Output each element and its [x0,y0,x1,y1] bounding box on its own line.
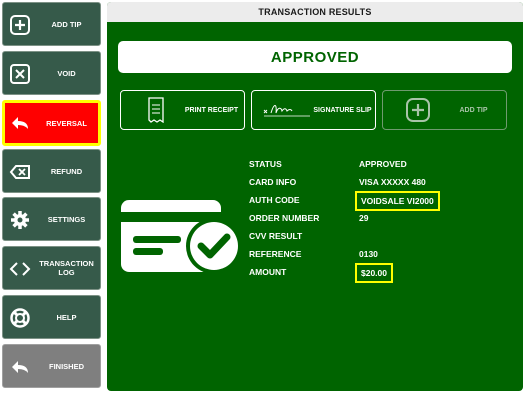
receipt-icon [131,91,181,129]
plus-icon [8,13,32,37]
void-label: VOID [57,68,76,78]
reversal-button[interactable]: REVERSAL [2,100,101,146]
status-banner: APPROVED [118,41,512,73]
auth-code-label: AUTH CODE [249,195,300,205]
finished-button[interactable]: FINISHED [2,344,101,388]
cvv-result-label: CVV RESULT [249,231,303,241]
gear-icon [8,208,32,232]
order-number-label: ORDER NUMBER [249,213,320,223]
auth-code-value: VOIDSALE VI2000 [355,191,440,211]
reference-label: REFERENCE [249,249,302,259]
order-number-row: ORDER NUMBER 29 [249,210,509,226]
add-tip-label: ADD TIP [51,19,82,29]
signature-slip-button[interactable]: SIGNATURE SLIP [251,90,376,130]
cvv-result-row: CVV RESULT [249,228,509,244]
code-brackets-icon [8,257,32,281]
status-row: STATUS APPROVED [249,156,509,172]
status-value: APPROVED [359,159,407,169]
refund-label: REFUND [50,166,83,176]
reference-row: REFERENCE 0130 [249,246,509,262]
print-receipt-label: PRINT RECEIPT [184,106,239,114]
add-tip-action-label: ADD TIP [459,106,488,114]
help-label: HELP [56,312,77,322]
auth-code-row: AUTH CODE VOIDSALE VI2000 [249,191,509,211]
settings-label: SETTINGS [47,214,86,224]
amount-value: $20.00 [355,263,393,283]
reference-value: 0130 [359,249,378,259]
signature-slip-label: SIGNATURE SLIP [313,106,372,114]
void-button[interactable]: VOID [2,51,101,95]
order-number-value: 29 [359,213,369,223]
card-info-value: VISA XXXXX 480 [359,177,426,187]
amount-row: AMOUNT $20.00 [249,263,509,283]
undo-arrow-icon [8,111,32,135]
finished-label: FINISHED [48,361,84,371]
plus-icon [393,91,443,129]
x-box-icon [8,62,32,86]
settings-button[interactable]: SETTINGS [2,197,101,241]
refund-button[interactable]: REFUND [2,149,101,193]
backspace-icon [8,160,32,184]
transaction-log-button[interactable]: TRANSACTION LOG [2,246,101,290]
transaction-results-panel: TRANSACTION RESULTS APPROVED PRINT RECEI… [107,2,523,391]
print-receipt-button[interactable]: PRINT RECEIPT [120,90,245,130]
lifebuoy-icon [8,306,32,330]
add-tip-button[interactable]: ADD TIP [2,2,101,46]
signature-icon [262,91,312,129]
card-info-row: CARD INFO VISA XXXXX 480 [249,174,509,190]
card-info-label: CARD INFO [249,177,297,187]
return-arrow-icon [8,355,32,379]
status-label: STATUS [249,159,282,169]
amount-label: AMOUNT [249,267,287,277]
panel-title: TRANSACTION RESULTS [107,2,523,22]
transaction-log-label: TRANSACTION LOG [39,259,94,277]
add-tip-action-button[interactable]: ADD TIP [382,90,507,130]
help-button[interactable]: HELP [2,295,101,339]
reversal-label: REVERSAL [46,118,87,128]
sidebar: ADD TIP VOID REVERSAL REFUND SETTINGS TR… [0,0,105,393]
card-approved-icon [119,198,249,278]
